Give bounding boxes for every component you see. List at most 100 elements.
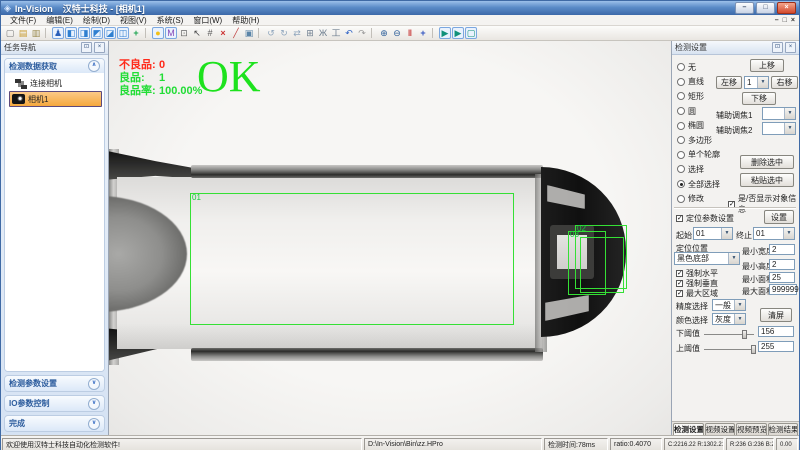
menu-item[interactable]: 视图(V) bbox=[115, 15, 152, 26]
radio-option[interactable]: 单个轮廓 bbox=[677, 148, 720, 163]
high-threshold-input[interactable]: 255 bbox=[758, 341, 794, 352]
mdi-minimize-icon[interactable]: – bbox=[775, 16, 779, 25]
roi-rectangle-04[interactable] bbox=[580, 237, 624, 293]
grab-icon[interactable]: + bbox=[130, 27, 142, 39]
menu-item[interactable]: 帮助(H) bbox=[227, 15, 264, 26]
panel-tab[interactable]: 检测设置 bbox=[673, 423, 704, 435]
color-select[interactable]: 灰度 ▼ bbox=[712, 313, 746, 325]
grid-icon[interactable]: # bbox=[204, 27, 216, 39]
radio-option[interactable]: 直线 bbox=[677, 75, 720, 90]
expand-icon[interactable]: ∨ bbox=[88, 378, 100, 390]
collapsed-section[interactable]: 完成 ∨ bbox=[4, 415, 105, 432]
pan-icon[interactable]: + bbox=[417, 27, 429, 39]
minimize-icon[interactable]: – bbox=[735, 2, 754, 14]
stop-icon[interactable]: ▢ bbox=[465, 27, 477, 39]
layout-right-icon[interactable]: ◨ bbox=[78, 27, 90, 39]
paste-selected-button[interactable]: 粘贴选中 bbox=[740, 173, 794, 187]
panel-tab[interactable]: 视频设置 bbox=[705, 423, 736, 435]
move-right-button[interactable]: 右移 bbox=[771, 76, 798, 89]
radio-option[interactable]: 圆 bbox=[677, 104, 720, 119]
delete-mark-icon[interactable]: × bbox=[217, 27, 229, 39]
menu-item[interactable]: 编辑(E) bbox=[41, 15, 78, 26]
focus2-select[interactable]: ▼ bbox=[762, 122, 796, 135]
flip-horizontal-icon[interactable]: ⇄ bbox=[291, 27, 303, 39]
collapsed-section[interactable]: IO参数控制 ∨ bbox=[4, 395, 105, 412]
settings-button[interactable]: 设置 bbox=[764, 210, 794, 224]
pin-icon[interactable]: ⊡ bbox=[772, 42, 783, 53]
zoom-in-icon[interactable]: ⊕ bbox=[378, 27, 390, 39]
panel-close-icon[interactable]: × bbox=[94, 42, 105, 53]
macro-icon[interactable]: M bbox=[165, 27, 177, 39]
chevron-down-icon[interactable]: ▼ bbox=[721, 228, 732, 239]
panel-tab[interactable]: 视频预览 bbox=[736, 423, 767, 435]
camera1-item[interactable]: 相机1 bbox=[9, 91, 102, 107]
mdi-restore-icon[interactable]: □ bbox=[783, 16, 787, 25]
measure-icon[interactable]: Ⅱ bbox=[404, 27, 416, 39]
new-file-icon[interactable]: ▢ bbox=[4, 27, 16, 39]
chevron-down-icon[interactable]: ▼ bbox=[784, 108, 795, 119]
locate-params-checkbox[interactable]: ✓ 定位参数设置 bbox=[676, 213, 734, 224]
layout-corner2-icon[interactable]: ◪ bbox=[104, 27, 116, 39]
focus1-select[interactable]: ▼ bbox=[762, 107, 796, 120]
pen-icon[interactable]: ╱ bbox=[230, 27, 242, 39]
collapsed-section[interactable]: 检测参数设置 ∨ bbox=[4, 375, 105, 392]
radio-option[interactable]: 修改 bbox=[677, 191, 720, 206]
data-acquisition-header[interactable]: 检测数据获取 ∧ bbox=[5, 59, 104, 73]
min-width-input[interactable]: 2 bbox=[769, 244, 795, 255]
clear-screen-button[interactable]: 清屏 bbox=[760, 308, 792, 322]
roi-rectangle-01[interactable]: 01 bbox=[190, 193, 514, 325]
title-bar[interactable]: ◈ In-Vision 汉特士科技 - [相机1] – □ × bbox=[1, 1, 799, 15]
pin-icon[interactable]: ⊡ bbox=[81, 42, 92, 53]
high-threshold-slider[interactable] bbox=[704, 349, 754, 350]
step-icon[interactable]: ▶ bbox=[452, 27, 464, 39]
radio-option[interactable]: 矩形 bbox=[677, 89, 720, 104]
slider-thumb[interactable] bbox=[742, 330, 747, 339]
low-threshold-slider[interactable] bbox=[704, 334, 754, 335]
chevron-down-icon[interactable]: ▼ bbox=[784, 123, 795, 134]
mirror-icon[interactable]: Ж bbox=[317, 27, 329, 39]
locate-pos-select[interactable]: 黑色底部 ▼ bbox=[674, 252, 740, 265]
image-icon[interactable]: ▣ bbox=[243, 27, 255, 39]
chevron-down-icon[interactable]: ▼ bbox=[728, 253, 739, 264]
end-select[interactable]: 01 ▼ bbox=[753, 227, 795, 240]
radio-option[interactable]: 全部选择 bbox=[677, 177, 720, 192]
min-area-input[interactable]: 25 bbox=[769, 272, 795, 283]
connect-camera-item[interactable]: 连接相机 bbox=[13, 76, 102, 91]
precision-select[interactable]: 一般 ▼ bbox=[712, 299, 746, 311]
restore-icon[interactable]: □ bbox=[756, 2, 775, 14]
undo-icon[interactable]: ↶ bbox=[343, 27, 355, 39]
panel-tab[interactable]: 检测结果 bbox=[768, 423, 799, 435]
move-up-button[interactable]: 上移 bbox=[750, 59, 784, 72]
menu-item[interactable]: 系统(S) bbox=[152, 15, 189, 26]
collapse-icon[interactable]: ∧ bbox=[88, 60, 100, 72]
expand-icon[interactable]: ∨ bbox=[88, 418, 100, 430]
step-select[interactable]: 1 ▼ bbox=[744, 76, 769, 89]
delete-selected-button[interactable]: 删除选中 bbox=[740, 155, 794, 169]
run-icon[interactable]: ▶ bbox=[439, 27, 451, 39]
min-height-input[interactable]: 2 bbox=[769, 259, 795, 270]
radio-option[interactable]: 选择 bbox=[677, 162, 720, 177]
slider-thumb[interactable] bbox=[751, 345, 756, 354]
chevron-down-icon[interactable]: ▼ bbox=[757, 77, 768, 88]
start-select[interactable]: 01 ▼ bbox=[693, 227, 733, 240]
stretch-icon[interactable]: 工 bbox=[330, 27, 342, 39]
radio-option[interactable]: 多边形 bbox=[677, 133, 720, 148]
move-down-button[interactable]: 下移 bbox=[742, 92, 776, 105]
pointer-icon[interactable]: ↖ bbox=[191, 27, 203, 39]
zoom-out-icon[interactable]: ⊖ bbox=[391, 27, 403, 39]
layout-corner-icon[interactable]: ◩ bbox=[91, 27, 103, 39]
light-icon[interactable]: ● bbox=[152, 27, 164, 39]
menu-item[interactable]: 文件(F) bbox=[5, 15, 41, 26]
max-region-checkbox[interactable]: ✓ 最大区域 bbox=[676, 288, 718, 299]
save-project-icon[interactable]: ▥ bbox=[30, 27, 42, 39]
user-icon[interactable]: ♟ bbox=[52, 27, 64, 39]
radio-option[interactable]: 无 bbox=[677, 60, 720, 75]
rotate-left-icon[interactable]: ↺ bbox=[265, 27, 277, 39]
mdi-close-icon[interactable]: × bbox=[791, 16, 795, 25]
max-area-input[interactable]: 999999 bbox=[769, 284, 797, 295]
panel-close-icon[interactable]: × bbox=[785, 42, 796, 53]
chevron-down-icon[interactable]: ▼ bbox=[734, 314, 745, 324]
layout-split-icon[interactable]: ◫ bbox=[117, 27, 129, 39]
chevron-down-icon[interactable]: ▼ bbox=[734, 300, 745, 310]
redo-icon[interactable]: ↷ bbox=[356, 27, 368, 39]
